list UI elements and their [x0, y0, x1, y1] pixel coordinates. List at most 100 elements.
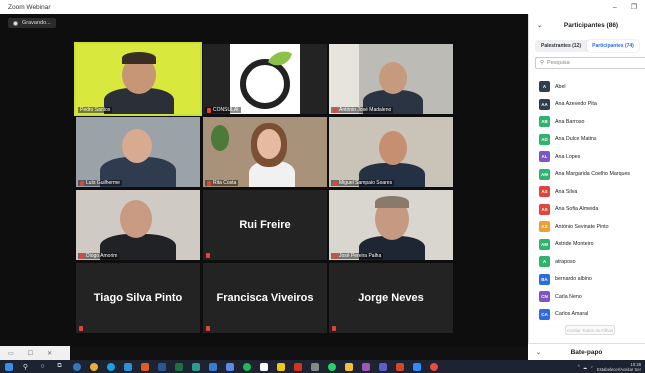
participant-item[interactable]: A Abel — [529, 78, 645, 96]
video-tile[interactable]: Miguel Sampaio Soares — [329, 117, 453, 187]
chevron-down-icon[interactable]: ⌄ — [536, 349, 541, 356]
tile-name-label: José Pereira Palha — [331, 253, 384, 259]
participant-item[interactable]: AS Ana Silva — [529, 183, 645, 201]
video-tile[interactable]: CONSULAI — [203, 44, 327, 114]
mic-muted-icon — [207, 180, 211, 186]
recording-indicator[interactable]: Gravando... — [8, 18, 56, 28]
chevron-down-icon[interactable]: ⌄ — [537, 22, 542, 29]
participant-item[interactable]: CN Carla Neno — [529, 288, 645, 306]
cortana-icon[interactable]: ○ — [34, 360, 51, 373]
skype-icon[interactable] — [102, 360, 119, 373]
participant-name: Ana Silva — [555, 188, 578, 195]
teams-icon[interactable] — [374, 360, 391, 373]
participant-name: Ana Sofia Almeida — [555, 206, 599, 213]
video-tile[interactable]: Pedro Santos — [74, 42, 202, 116]
participant-item[interactable]: AS Ana Sofia Almeida — [529, 201, 645, 219]
video-tile[interactable]: Jorge Neves — [329, 263, 453, 333]
mic-muted-icon — [80, 180, 84, 186]
participant-item[interactable]: AB Ana Barroso — [529, 113, 645, 131]
task-view-icon[interactable]: ⧉ — [51, 360, 68, 373]
app-icon[interactable] — [255, 360, 272, 373]
taskbar: ⚲ ○ ⧉ ^ ▂ ♪ 10:28 Estabelecer/Aceitar Se… — [0, 360, 645, 373]
todo-icon[interactable] — [204, 360, 221, 373]
participant-item[interactable]: BA bernardo albino — [529, 271, 645, 289]
chevron-up-icon[interactable]: ^ — [578, 364, 580, 369]
office-icon[interactable] — [136, 360, 153, 373]
participant-name: Carlos Amaral — [555, 311, 589, 318]
windows-start-icon[interactable] — [0, 360, 17, 373]
video-tile[interactable]: António José Madaleno — [329, 44, 453, 114]
word-icon[interactable] — [153, 360, 170, 373]
whatsapp-icon[interactable] — [323, 360, 340, 373]
restore-button[interactable]: ❐ — [631, 3, 637, 11]
minimize-icon[interactable]: ▭ — [8, 350, 14, 357]
search-icon[interactable]: ⚲ — [17, 360, 34, 373]
tile-name-label: CONSULAI — [205, 107, 241, 113]
tab-panelists[interactable]: Palestrantes (12) — [535, 40, 587, 52]
close-icon[interactable]: ✕ — [47, 350, 52, 357]
edge-icon[interactable] — [68, 360, 85, 373]
search-input[interactable]: ⚲ Pesquisa — [535, 57, 645, 69]
excel-icon[interactable] — [170, 360, 187, 373]
video-tile[interactable]: Luís Guilherme — [76, 117, 200, 187]
app-icon[interactable] — [119, 360, 136, 373]
video-tile[interactable]: Francisca Viveiros — [203, 263, 327, 333]
avatar: AB — [539, 116, 550, 128]
avatar: AS — [539, 203, 550, 215]
video-tile[interactable]: José Pereira Palha — [329, 190, 453, 260]
mic-muted-icon — [79, 326, 83, 331]
restore-icon[interactable]: ☐ — [28, 350, 33, 357]
search-placeholder: Pesquisa — [547, 60, 570, 66]
avatar: CN — [539, 291, 550, 303]
participant-name: Tiago Silva Pinto — [93, 292, 183, 304]
avatar: AM — [539, 238, 550, 250]
record-icon — [13, 20, 18, 26]
participant-item[interactable]: AL Ana Lopes — [529, 148, 645, 166]
mic-muted-icon — [206, 253, 210, 258]
volume-icon[interactable]: ♪ — [591, 364, 593, 369]
acrobat-icon[interactable] — [289, 360, 306, 373]
mini-window-controls: ▭ ☐ ✕ — [0, 346, 70, 360]
mic-muted-icon — [333, 107, 337, 113]
video-tile[interactable]: Tiago Silva Pinto — [76, 263, 200, 333]
video-tile[interactable]: Diogo Amorim — [76, 190, 200, 260]
participant-item[interactable]: CA Carlos Amaral — [529, 306, 645, 324]
powerbi-icon[interactable] — [272, 360, 289, 373]
explorer-icon[interactable] — [340, 360, 357, 373]
participant-item[interactable]: AS António Sevinate Pinto — [529, 218, 645, 236]
clock[interactable]: 10:28 Estabelecer/Aceitar Ser — [597, 362, 641, 372]
participants-title: Participantes (86) — [563, 21, 619, 29]
mic-muted-icon — [332, 326, 336, 331]
video-tile[interactable]: Rita Costa — [203, 117, 327, 187]
chat-section[interactable]: ⌄ Bate-papo — [528, 343, 645, 360]
app-icon[interactable] — [306, 360, 323, 373]
video-tile[interactable]: Rui Freire — [203, 190, 327, 260]
participant-item[interactable]: AM Ana Margarida Coelho Marques — [529, 166, 645, 184]
tab-attendees[interactable]: Participantes (74) — [587, 40, 639, 52]
allow-all-button[interactable]: Aceitar Todos os Filhos — [565, 325, 615, 335]
zoom-icon[interactable] — [408, 360, 425, 373]
participant-item[interactable]: AM Astride Monteiro — [529, 236, 645, 254]
app-icon[interactable] — [357, 360, 374, 373]
app-icon[interactable] — [187, 360, 204, 373]
onedrive-icon[interactable] — [221, 360, 238, 373]
avatar: AS — [539, 221, 550, 233]
avatar: A — [539, 256, 550, 268]
powerpoint-icon[interactable] — [391, 360, 408, 373]
mic-muted-icon — [333, 180, 337, 186]
participant-item[interactable]: Aatraposo — [529, 253, 645, 271]
window-title: Zoom Webinar — [8, 3, 51, 11]
chrome-icon[interactable] — [85, 360, 102, 373]
participant-item[interactable]: AA Ana Azevedo Pita — [529, 96, 645, 114]
minimize-button[interactable]: – — [613, 4, 617, 11]
app-icon[interactable] — [425, 360, 442, 373]
participant-tabs: Palestrantes (12) Participantes (74) — [535, 40, 639, 52]
avatar: AL — [539, 151, 550, 163]
network-icon[interactable]: ▂ — [584, 364, 587, 369]
participant-item[interactable]: AD Ana Dulce Matins — [529, 131, 645, 149]
spotify-icon[interactable] — [238, 360, 255, 373]
avatar: AA — [539, 98, 550, 110]
participant-name: Astride Monteiro — [555, 241, 594, 248]
participant-name: Ana Margarida Coelho Marques — [555, 171, 631, 178]
participants-header: ⌄ Participantes (86) — [529, 14, 645, 36]
